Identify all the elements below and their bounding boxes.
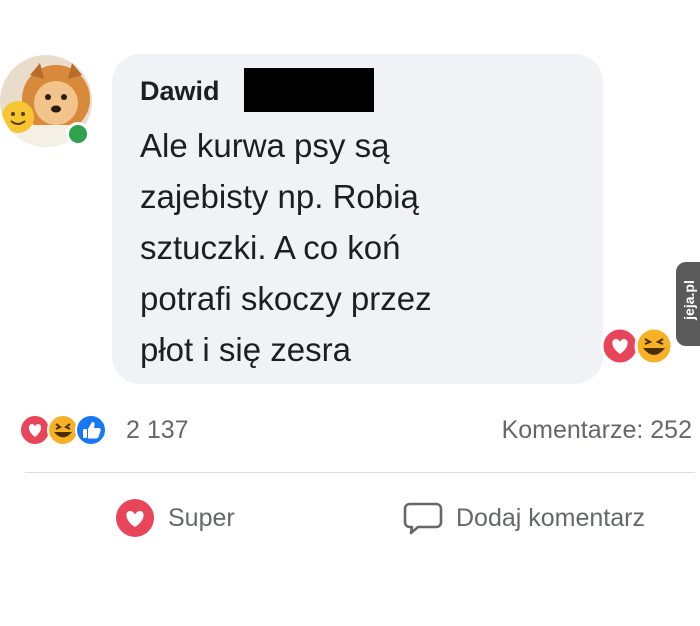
super-label: Super (168, 503, 235, 532)
reaction-count[interactable]: 2 137 (126, 416, 189, 445)
add-comment-button[interactable]: Dodaj komentarz (402, 496, 645, 540)
love-reaction-icon (600, 326, 640, 366)
redacted-surname-block (244, 68, 374, 112)
reaction-icons[interactable] (18, 412, 122, 448)
site-watermark: jeja.pl (676, 262, 700, 346)
comments-count[interactable]: Komentarze: 252 (502, 416, 692, 445)
add-comment-label: Dodaj komentarz (456, 503, 645, 532)
haha-reaction-icon (47, 414, 79, 446)
haha-reaction-icon (634, 326, 674, 366)
divider (25, 472, 695, 473)
online-status-indicator (66, 122, 90, 146)
comment-line: potrafi skoczy przez (140, 280, 432, 317)
heart-outline-icon (116, 499, 154, 537)
comment-text: Ale kurwa psy są zajebisty np. Robią szt… (140, 120, 580, 375)
comment-line: płot i się zesra (140, 331, 351, 368)
comment-line: zajebisty np. Robią (140, 178, 419, 215)
comment-bubble-icon (403, 502, 443, 535)
comment-line: Ale kurwa psy są (140, 127, 390, 164)
comment-reactions[interactable] (598, 324, 678, 368)
comment-bubble: Dawid Ale kurwa psy są zajebisty np. Rob… (112, 54, 603, 384)
super-reaction-button[interactable]: Super (114, 496, 235, 540)
author-name[interactable]: Dawid (140, 76, 220, 107)
comment-line: sztuczki. A co koń (140, 229, 401, 266)
watermark-text: jeja.pl (681, 280, 697, 320)
love-reaction-icon (19, 414, 51, 446)
like-reaction-icon (75, 414, 107, 446)
reaction-stats-row: 2 137 Komentarze: 252 (0, 408, 700, 452)
